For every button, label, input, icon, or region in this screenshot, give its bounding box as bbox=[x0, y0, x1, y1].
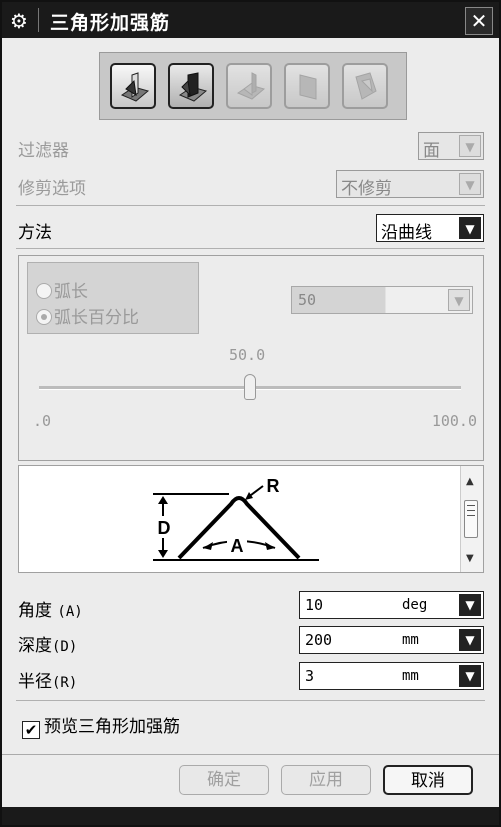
divider bbox=[16, 248, 485, 249]
location-mode-box: 弧长 弧长百分比 bbox=[27, 262, 199, 334]
slider-value: 50.0 bbox=[229, 346, 266, 364]
scroll-down-icon[interactable]: ▼ bbox=[466, 553, 474, 564]
radio-arc-length-label: 弧长 bbox=[54, 282, 88, 302]
method-label: 方法 bbox=[18, 223, 52, 243]
bottom-bar bbox=[2, 807, 499, 825]
checkmark-icon[interactable]: ✔ bbox=[22, 721, 40, 739]
angle-field[interactable]: 10 deg ▼ bbox=[299, 591, 484, 619]
trim-select[interactable]: 不修剪 ▼ bbox=[336, 170, 484, 199]
divider bbox=[16, 205, 485, 206]
radius-label-text: 半径 bbox=[18, 672, 52, 692]
chevron-down-icon[interactable]: ▼ bbox=[459, 629, 481, 651]
filter-label: 过滤器 bbox=[18, 141, 69, 161]
depth-label: 深度(D) bbox=[18, 631, 77, 656]
dialog-title: 三角形加强筋 bbox=[50, 12, 171, 34]
diagram-label-a: A bbox=[231, 536, 244, 556]
diagram-label-d: D bbox=[158, 518, 171, 538]
preview-checkbox[interactable]: ✔ 预览三角形加强筋 bbox=[22, 712, 180, 739]
rib-type-toolbar bbox=[99, 52, 407, 120]
slider-min: .0 bbox=[33, 412, 52, 430]
depth-label-text: 深度 bbox=[18, 636, 52, 656]
radius-field[interactable]: 3 mm ▼ bbox=[299, 662, 484, 690]
close-button[interactable]: ✕ bbox=[465, 7, 493, 35]
filter-value: 面 bbox=[423, 141, 440, 161]
diagram-label-r: R bbox=[267, 476, 280, 496]
rib-type-3-button[interactable] bbox=[226, 63, 272, 109]
percent-value: 50 bbox=[298, 291, 317, 309]
radius-label: 半径(R) bbox=[18, 667, 77, 692]
rib-type-2-button[interactable] bbox=[168, 63, 214, 109]
method-select[interactable]: 沿曲线 ▼ bbox=[376, 214, 484, 243]
radio-arc-length[interactable]: 弧长 bbox=[36, 277, 88, 302]
rib-type-4-button[interactable] bbox=[284, 63, 330, 109]
rib-diagram: D A R bbox=[153, 476, 319, 561]
title-bar: ⚙ 三角形加强筋 ✕ bbox=[2, 2, 499, 38]
dialog-window: ⚙ 三角形加强筋 ✕ 过滤器 面 ▼ 修剪选项 不修剪 ▼ 方法 沿曲线 ▼ 弧… bbox=[0, 0, 501, 827]
chevron-down-icon: ▼ bbox=[459, 135, 481, 157]
angle-label: 角度 (A) bbox=[18, 596, 83, 621]
title-separator bbox=[38, 8, 39, 32]
radius-unit: mm bbox=[402, 668, 419, 684]
rib-type-1-button[interactable] bbox=[110, 63, 156, 109]
rib-shape-icon bbox=[236, 72, 266, 100]
ok-button[interactable]: 确定 bbox=[179, 765, 269, 795]
gear-icon[interactable]: ⚙ bbox=[8, 10, 30, 32]
slider-max: 100.0 bbox=[431, 412, 477, 430]
cancel-button[interactable]: 取消 bbox=[383, 765, 473, 795]
location-group: 弧长 弧长百分比 50 ▼ 50.0 .0 100.0 bbox=[18, 255, 484, 461]
chevron-down-icon[interactable]: ▼ bbox=[459, 594, 481, 616]
trim-label: 修剪选项 bbox=[18, 179, 86, 199]
method-value: 沿曲线 bbox=[381, 223, 432, 243]
scroll-thumb[interactable] bbox=[464, 500, 478, 538]
rib-type-5-button[interactable] bbox=[342, 63, 388, 109]
rib-shape-icon bbox=[299, 74, 317, 100]
scroll-up-icon[interactable]: ▲ bbox=[466, 476, 474, 487]
rib-shape-icon bbox=[178, 72, 208, 102]
filter-select[interactable]: 面 ▼ bbox=[418, 132, 484, 161]
chevron-down-icon: ▼ bbox=[459, 217, 481, 239]
angle-label-text: 角度 bbox=[18, 601, 52, 621]
slider-thumb[interactable] bbox=[244, 374, 256, 400]
angle-unit: deg bbox=[402, 597, 428, 613]
depth-value: 200 bbox=[305, 631, 333, 649]
rib-shape-icon bbox=[120, 72, 150, 102]
trim-value: 不修剪 bbox=[341, 179, 392, 199]
preview-label: 预览三角形加强筋 bbox=[44, 717, 180, 737]
angle-value: 10 bbox=[305, 596, 324, 614]
radio-dot bbox=[36, 309, 52, 325]
rib-shape-icon bbox=[355, 72, 377, 100]
divider bbox=[2, 754, 499, 755]
chevron-down-icon: ▼ bbox=[448, 289, 470, 311]
radio-arc-percent[interactable]: 弧长百分比 bbox=[36, 303, 139, 328]
chevron-down-icon: ▼ bbox=[459, 173, 481, 195]
divider bbox=[16, 700, 485, 701]
chevron-down-icon[interactable]: ▼ bbox=[459, 665, 481, 687]
depth-unit: mm bbox=[402, 632, 419, 648]
radius-code: (R) bbox=[52, 675, 78, 691]
percent-select[interactable]: 50 ▼ bbox=[291, 286, 473, 314]
angle-code: (A) bbox=[57, 604, 83, 620]
radio-dot bbox=[36, 283, 52, 299]
rib-diagram-panel: D A R ▲ ▼ bbox=[18, 465, 484, 573]
depth-field[interactable]: 200 mm ▼ bbox=[299, 626, 484, 654]
apply-button[interactable]: 应用 bbox=[281, 765, 371, 795]
depth-code: (D) bbox=[52, 639, 78, 655]
radio-arc-percent-label: 弧长百分比 bbox=[54, 308, 139, 328]
radius-value: 3 bbox=[305, 667, 315, 685]
diagram-scrollbar[interactable]: ▲ ▼ bbox=[460, 466, 483, 572]
